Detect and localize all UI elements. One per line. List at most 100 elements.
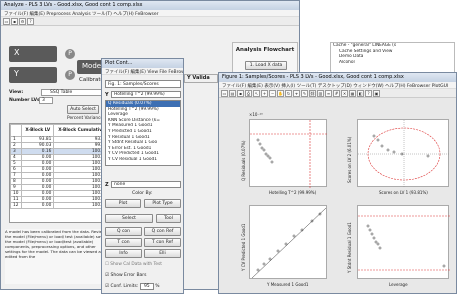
open-file-icon[interactable]: ▤ <box>229 90 236 97</box>
tool-button[interactable]: Tool <box>156 214 181 223</box>
model-label: Mode <box>82 62 102 70</box>
grid-icon[interactable]: # <box>333 90 340 97</box>
q-vs-t2-plot[interactable] <box>249 119 328 188</box>
auto-select-button[interactable]: Auto Select <box>67 105 99 114</box>
y-block-button[interactable]: Y <box>9 67 57 83</box>
num-lvs-input[interactable]: 3 <box>39 97 53 104</box>
data-point <box>262 148 266 152</box>
scores-plot[interactable] <box>357 119 450 188</box>
data-point <box>376 242 380 246</box>
conf-limits-row: ☑ Conf. Limits: 95 % <box>105 283 160 290</box>
open-icon[interactable]: ▭ <box>3 18 10 25</box>
q-con-ref-button[interactable]: Q con Ref <box>144 227 181 236</box>
zoom-in-icon[interactable]: + <box>261 90 268 97</box>
percent-variance-label: Percent Variance <box>67 116 104 121</box>
p3-xlabel: Y Measured 1 Good1 <box>267 282 309 287</box>
figure-window: Figure 1: Samples/Scores - PLS 3 LVs - G… <box>218 72 457 294</box>
show-error-checkbox[interactable]: ☑ Show Error Bars <box>105 273 147 278</box>
data-point <box>372 236 376 240</box>
data-point <box>266 154 270 158</box>
new-figure-icon[interactable]: ▭ <box>221 90 228 97</box>
y-validation-tab[interactable]: Y Valida <box>184 74 218 83</box>
data-point <box>380 144 384 148</box>
info-button[interactable]: Info <box>105 249 142 258</box>
ellipse-button[interactable]: Elli <box>144 249 181 258</box>
conf-limits-label: Conf. Limits: <box>110 284 139 289</box>
save-icon[interactable]: ▪ <box>11 18 18 25</box>
data-point <box>256 138 260 142</box>
q-con-button[interactable]: Q con <box>105 227 142 236</box>
brush-icon[interactable]: ✎ <box>301 90 308 97</box>
analyze-toolbar: ▭ ▪ ⚙ ? <box>1 17 299 26</box>
y-p-circle[interactable]: P <box>65 70 75 80</box>
data-point <box>256 268 260 272</box>
calc-icon[interactable]: ⚙ <box>19 18 26 25</box>
pan-icon[interactable]: ✋ <box>277 90 284 97</box>
p1-xlabel: Hotelling T^2 (99.99%) <box>269 190 317 195</box>
conf-checkbox-icon[interactable]: ☑ <box>105 284 109 289</box>
link-icon[interactable]: ⛓ <box>309 90 316 97</box>
view-label: View: <box>9 90 24 95</box>
data-point <box>268 257 272 261</box>
legend-icon[interactable]: ≡ <box>325 90 332 97</box>
table-row[interactable]: 12 0.00 100.00 <box>10 202 110 209</box>
rotate-icon[interactable]: ↻ <box>285 90 292 97</box>
p-label-2: P <box>68 71 72 78</box>
y-list-item[interactable]: Y CV Residual 1 Good1 <box>106 157 180 163</box>
analyze-menu-bar[interactable]: ファイル(F) 編集(E) Preprocess Analysis ツール(T)… <box>1 10 299 17</box>
plot-button[interactable]: Plot <box>105 199 141 208</box>
checkbox-icon: ☐ <box>105 262 109 267</box>
show-cal-checkbox[interactable]: ☐ Show Cal Data with Test <box>105 262 162 267</box>
pointer-icon[interactable]: ↖ <box>253 90 260 97</box>
figure-menu-bar[interactable]: ファイル(F) 編集(E) 表示(V) 挿入(I) ツール(T) デスクトップ(… <box>219 82 456 89</box>
data-point <box>276 249 280 253</box>
t-con-ref-button[interactable]: T con Ref <box>144 238 181 247</box>
p3-ylabel: Y CV Predicted 1 Good1 <box>241 223 246 271</box>
select-button[interactable]: Select <box>105 214 153 223</box>
plot-type-button[interactable]: Plot Type <box>144 199 181 208</box>
layout-icon[interactable]: ▣ <box>373 90 380 97</box>
q-vs-t2-svg <box>250 120 328 188</box>
conf-limits-unit: % <box>155 284 160 289</box>
tree-item-alcohol[interactable]: Alcohol <box>331 60 454 66</box>
pred-vs-meas-svg <box>251 207 327 279</box>
data-point <box>270 160 274 164</box>
z-axis-select[interactable]: none <box>111 181 181 188</box>
flowchart-title: Analysis Flowchart <box>235 47 295 53</box>
plot-controls-menu[interactable]: ファイル(F) 編集(E) View File FeBrow <box>102 68 183 75</box>
ssq-col-num <box>10 124 23 137</box>
residual-vs-leverage-plot[interactable] <box>357 205 450 279</box>
table-cell-lv: 12 <box>10 202 23 209</box>
print-icon[interactable]: ⎙ <box>245 90 252 97</box>
show-cal-label: Show Cal Data with Test <box>110 262 162 267</box>
pred-vs-meas-plot[interactable] <box>249 205 327 279</box>
y-label: Y <box>14 69 19 78</box>
p4-xlabel: Leverage <box>389 282 408 287</box>
plotgui-icon[interactable]: ▦ <box>349 90 356 97</box>
scores-svg <box>358 120 450 188</box>
figure-selector[interactable]: Fig. 1: Samples/Scores <box>105 80 181 88</box>
data-point <box>260 146 264 150</box>
y-axis-list[interactable]: Q Residuals (0.07%) Hotelling T^2 (99.99%… <box>105 100 181 166</box>
x-block-button[interactable]: X <box>9 46 57 62</box>
zoom-out-icon[interactable]: − <box>269 90 276 97</box>
data-cursor-icon[interactable]: ⌖ <box>293 90 300 97</box>
ssq-table-wrap: X-Block LV X-Block Cumulative 193.8193.8… <box>9 123 111 223</box>
y-axis-select[interactable]: Hotelling T^2 (99.99%) <box>111 91 181 98</box>
save-figure-icon[interactable]: ▪ <box>237 90 244 97</box>
ideal-line <box>251 207 327 279</box>
load-x-data-button[interactable]: 1. Load X data <box>245 61 287 70</box>
help-icon[interactable]: ? <box>27 18 34 25</box>
show-error-label: Show Error Bars <box>110 273 147 278</box>
color-by-label: Color By: <box>132 191 153 196</box>
colorbar-icon[interactable]: ▥ <box>317 90 324 97</box>
conf-limits-input[interactable]: 95 <box>139 283 154 290</box>
x-p-circle[interactable]: P <box>65 49 75 59</box>
t-con-button[interactable]: T con <box>105 238 142 247</box>
select-icon[interactable]: ◧ <box>357 90 364 97</box>
info-icon[interactable]: ? <box>365 90 372 97</box>
p-label: P <box>68 50 72 57</box>
checkbox-checked-icon: ☑ <box>105 273 110 278</box>
p1-exponent-label: ×10⁻¹⁰ <box>249 112 263 117</box>
tools-icon[interactable]: ✕ <box>341 90 348 97</box>
